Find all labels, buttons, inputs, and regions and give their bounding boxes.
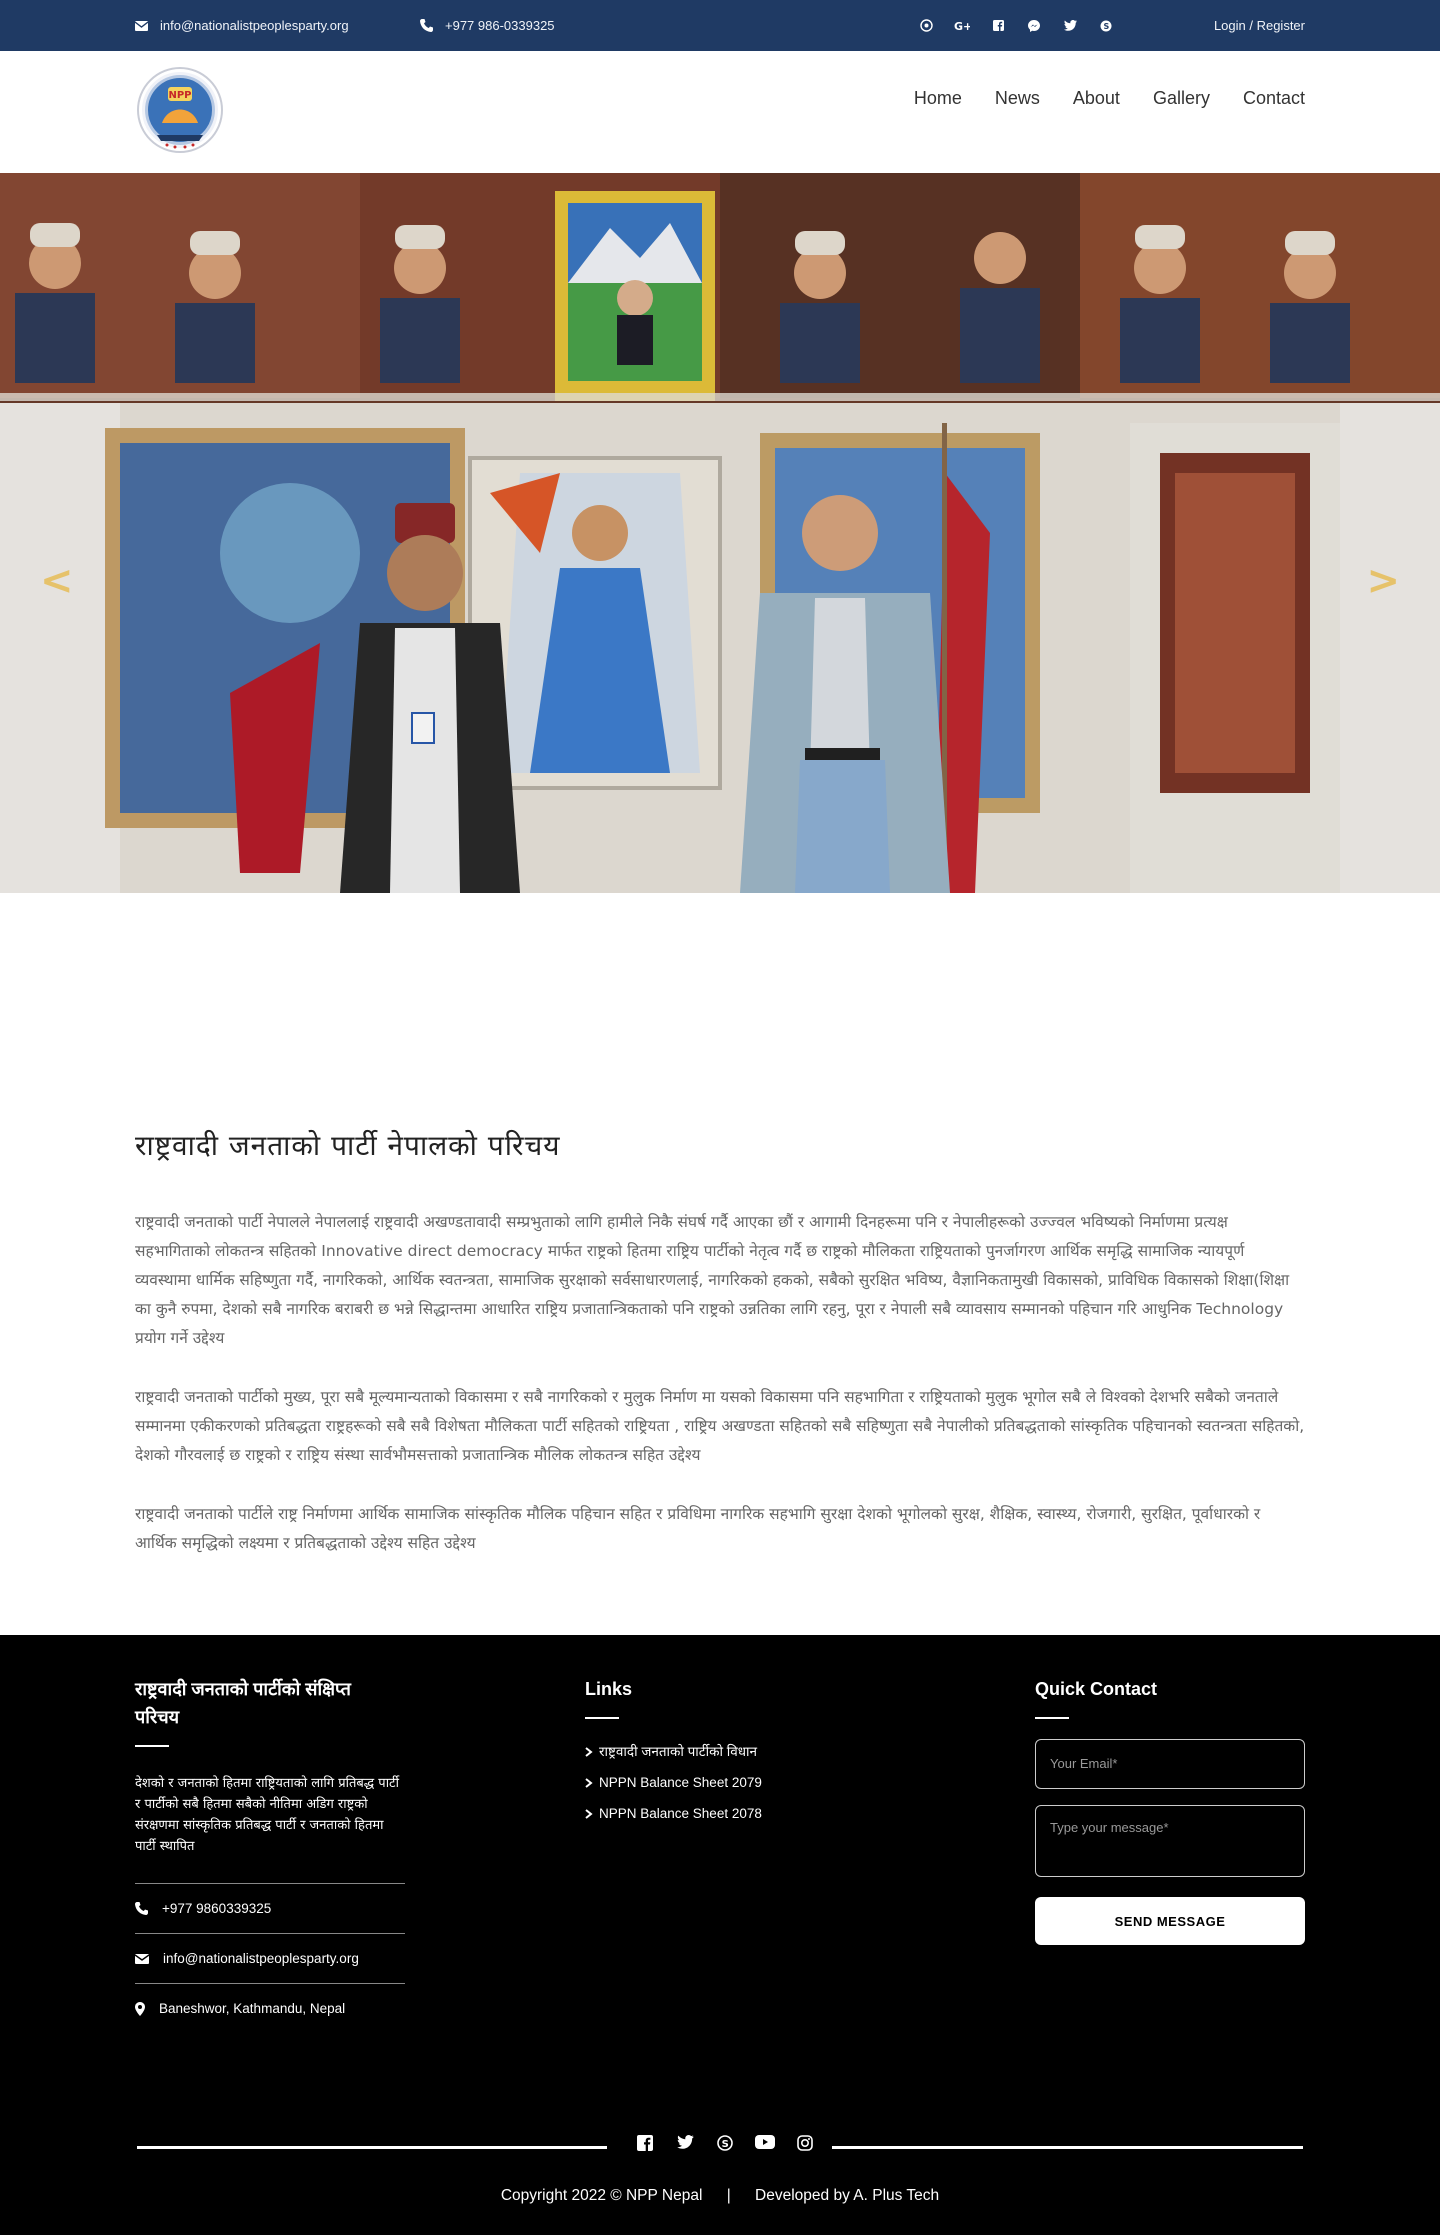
footer-address-text: Baneshwor, Kathmandu, Nepal xyxy=(159,2001,346,2016)
topbar-email[interactable]: info@nationalistpeoplesparty.org xyxy=(135,0,349,51)
footer-divider xyxy=(1035,1717,1069,1719)
about-paragraph-3: राष्ट्रवादी जनताको पार्टीले राष्ट्र निर्… xyxy=(135,1505,1261,1552)
main-nav: Home News About Gallery Contact xyxy=(881,51,1305,146)
footer-email-text: info@nationalistpeoplesparty.org xyxy=(163,1951,359,1966)
footer-links: Links राष्ट्रवादी जनताको पार्टीको विधान … xyxy=(585,1675,845,1834)
footer-divider xyxy=(135,1745,169,1747)
copyright-separator: | xyxy=(726,2187,731,2204)
footer-links-title: Links xyxy=(585,1679,633,1699)
svg-text:NPP: NPP xyxy=(168,90,191,101)
facebook-icon[interactable] xyxy=(980,20,1016,31)
topbar-social-links: G+ S xyxy=(908,0,1124,51)
footer-about: राष्ट्रवादी जनताको पार्टीको संक्षिप्त पर… xyxy=(135,1675,425,2033)
nav-news[interactable]: News xyxy=(995,88,1040,109)
footer-link-label: राष्ट्रवादी जनताको पार्टीको विधान xyxy=(599,1744,758,1759)
envelope-icon xyxy=(135,1953,149,1964)
footer-link-label: NPPN Balance Sheet 2079 xyxy=(599,1775,762,1790)
chevron-right-icon xyxy=(585,1747,593,1757)
site-footer: राष्ट्रवादी जनताको पार्टीको संक्षिप्त पर… xyxy=(0,1635,1440,2235)
login-register-link[interactable]: Login / Register xyxy=(1214,0,1305,51)
footer-divider xyxy=(585,1717,619,1719)
nav-about[interactable]: About xyxy=(1073,88,1120,109)
svg-text:G+: G+ xyxy=(954,20,970,31)
footer-links-list: राष्ट्रवादी जनताको पार्टीको विधान NPPN B… xyxy=(585,1741,845,1824)
footer-email[interactable]: info@nationalistpeoplesparty.org xyxy=(135,1933,405,1983)
party-logo[interactable]: NPP xyxy=(135,65,225,155)
topbar-email-text: info@nationalistpeoplesparty.org xyxy=(160,18,349,33)
nav-contact[interactable]: Contact xyxy=(1243,88,1305,109)
quick-contact-title: Quick Contact xyxy=(1035,1679,1158,1699)
site-header: NPP Home News About Gallery Contact xyxy=(0,51,1440,173)
footer-link-balance-sheet-2079[interactable]: NPPN Balance Sheet 2079 xyxy=(585,1772,825,1793)
top-bar: info@nationalistpeoplesparty.org +977 98… xyxy=(0,0,1440,51)
footer-link-balance-sheet-2078[interactable]: NPPN Balance Sheet 2078 xyxy=(585,1803,825,1824)
chevron-right-icon xyxy=(585,1809,593,1819)
footer-social-bar: S xyxy=(135,2135,1305,2159)
footer-social-line-right xyxy=(832,2146,1303,2149)
footer-quick-contact: Quick Contact Your Email* Type your mess… xyxy=(1035,1675,1305,1945)
chevron-right-icon xyxy=(585,1778,593,1788)
phone-icon xyxy=(420,19,433,32)
nav-home[interactable]: Home xyxy=(914,88,962,109)
about-heading: राष्ट्रवादी जनताको पार्टी नेपालको परिचय xyxy=(135,1129,561,1162)
about-paragraph-1: राष्ट्रवादी जनताको पार्टी नेपालले नेपालल… xyxy=(135,1213,1290,1347)
footer-link-constitution[interactable]: राष्ट्रवादी जनताको पार्टीको विधान xyxy=(585,1741,825,1762)
svg-text:S: S xyxy=(722,2139,729,2150)
messenger-icon[interactable] xyxy=(1016,19,1052,32)
footer-about-text: देशको र जनताको हितमा राष्ट्रियताको लागि … xyxy=(135,1776,399,1854)
footer-about-title: राष्ट्रवादी जनताको पार्टीको संक्षिप्त पर… xyxy=(135,1679,351,1727)
twitter-icon[interactable] xyxy=(665,2135,705,2151)
footer-link-label: NPPN Balance Sheet 2078 xyxy=(599,1806,762,1821)
facebook-icon[interactable] xyxy=(625,2135,665,2151)
map-marker-icon xyxy=(135,2001,145,2016)
envelope-icon xyxy=(135,20,148,31)
about-paragraph-2: राष्ट्रवादी जनताको पार्टीको मुख्य, पूरा … xyxy=(135,1388,1305,1464)
viber-icon[interactable] xyxy=(908,19,944,32)
about-section: राष्ट्रवादी जनताको पार्टी नेपालको परिचय … xyxy=(0,1126,1440,1558)
instagram-icon[interactable] xyxy=(785,2135,825,2151)
youtube-icon[interactable] xyxy=(745,2135,785,2151)
twitter-icon[interactable] xyxy=(1052,20,1088,31)
footer-phone[interactable]: +977 9860339325 xyxy=(135,1884,405,1933)
hero-slider: < > xyxy=(0,173,1440,893)
copyright-text: Copyright 2022 © NPP Nepal xyxy=(500,2187,703,2204)
copyright-bar: Copyright 2022 © NPP Nepal | Developed b… xyxy=(0,2187,1440,2205)
phone-icon xyxy=(135,1902,148,1915)
google-plus-icon[interactable]: G+ xyxy=(944,20,980,31)
topbar-phone[interactable]: +977 986-0339325 xyxy=(420,0,555,51)
developer-credit-link[interactable]: Developed by A. Plus Tech xyxy=(755,2187,939,2204)
skype-icon[interactable]: S xyxy=(705,2135,745,2151)
quick-contact-message-input[interactable]: Type your message* xyxy=(1035,1805,1305,1877)
slider-next-button[interactable]: > xyxy=(1366,558,1400,604)
topbar-phone-text: +977 986-0339325 xyxy=(445,18,555,33)
footer-social-line-left xyxy=(137,2146,607,2149)
skype-icon[interactable]: S xyxy=(1088,20,1124,32)
nav-gallery[interactable]: Gallery xyxy=(1153,88,1210,109)
slider-prev-button[interactable]: < xyxy=(40,558,74,604)
footer-social-icons: S xyxy=(625,2135,825,2151)
footer-address: Baneshwor, Kathmandu, Nepal xyxy=(135,1983,405,2033)
hero-image xyxy=(0,173,1440,893)
svg-text:S: S xyxy=(1104,22,1110,31)
footer-phone-text: +977 9860339325 xyxy=(162,1901,272,1916)
quick-contact-email-input[interactable]: Your Email* xyxy=(1035,1739,1305,1789)
send-message-button[interactable]: SEND MESSAGE xyxy=(1035,1897,1305,1945)
